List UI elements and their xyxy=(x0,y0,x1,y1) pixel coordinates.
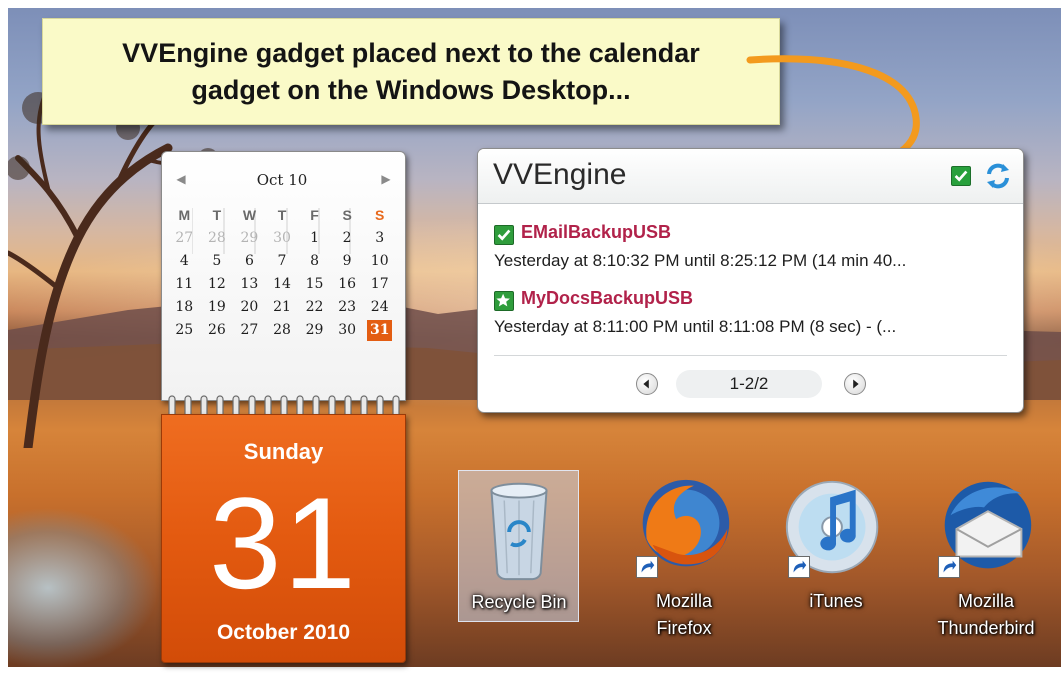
job-detail: Yesterday at 8:10:32 PM until 8:25:12 PM… xyxy=(494,251,907,270)
day-number: 31 xyxy=(209,470,358,616)
calendar-gadget-month: ◀ Oct 10 ▶ M T W T F S S 27 28 29 30 1 2 3 4 5 6 7 8 9 10 11 1… xyxy=(161,151,406,401)
calendar-day[interactable]: 8 xyxy=(298,250,331,273)
status-check-icon xyxy=(951,166,971,186)
calendar-day[interactable]: 29 xyxy=(233,227,266,250)
desktop-icon-thunderbird[interactable]: Mozilla Thunderbird xyxy=(926,470,1046,650)
desktop-icon-label: Mozilla Firefox xyxy=(655,591,712,638)
weekday-header: W xyxy=(242,207,257,223)
weekday-header: F xyxy=(310,207,319,223)
callout-text: VVEngine gadget placed next to the calen… xyxy=(122,37,700,105)
calendar-day[interactable]: 13 xyxy=(233,273,266,296)
calendar-day[interactable]: 21 xyxy=(266,296,299,319)
job-name-link[interactable]: EMailBackupUSB xyxy=(521,222,671,243)
job-detail: Yesterday at 8:11:00 PM until 8:11:08 PM… xyxy=(494,317,897,336)
calendar-day[interactable]: 5 xyxy=(201,250,234,273)
calendar-next-button[interactable]: ▶ xyxy=(379,172,393,188)
calendar-day[interactable]: 4 xyxy=(168,250,201,273)
check-icon xyxy=(494,225,514,245)
calendar-day[interactable]: 29 xyxy=(298,319,331,342)
pager: 1-2/2 xyxy=(636,369,866,399)
vvengine-gadget: VVEngine EMailBackupUSB Yesterday at 8:1… xyxy=(477,148,1024,413)
calendar-day[interactable]: 1 xyxy=(298,227,331,250)
desktop-icon-label: Mozilla Thunderbird xyxy=(937,591,1035,638)
calendar-day[interactable]: 22 xyxy=(298,296,331,319)
calendar-day[interactable]: 25 xyxy=(168,319,201,342)
calendar-gadget-day[interactable]: Sunday 31 October 2010 xyxy=(161,414,406,663)
calendar-day[interactable]: 3 xyxy=(363,227,396,250)
job-item[interactable]: MyDocsBackupUSB Yesterday at 8:11:00 PM … xyxy=(494,287,1014,337)
calendar-day[interactable]: 17 xyxy=(363,273,396,296)
month-year: October 2010 xyxy=(216,621,351,644)
weekday-header: M xyxy=(178,207,191,223)
weekday-header: S xyxy=(342,207,352,223)
calendar-month-label: Oct 10 xyxy=(256,171,308,189)
recycle-bin-icon xyxy=(490,482,548,581)
callout-note: VVEngine gadget placed next to the calen… xyxy=(42,18,780,125)
desktop-icon-label: Recycle Bin xyxy=(471,592,567,612)
calendar-day[interactable]: 27 xyxy=(233,319,266,342)
background-pond xyxy=(8,498,158,667)
calendar-day[interactable]: 2 xyxy=(331,227,364,250)
calendar-day[interactable]: 12 xyxy=(201,273,234,296)
weekday-header: S xyxy=(375,207,385,223)
calendar-day[interactable]: 7 xyxy=(266,250,299,273)
desktop-icon-label: iTunes xyxy=(809,591,863,611)
pager-next-button[interactable] xyxy=(844,373,866,395)
calendar-day[interactable]: 28 xyxy=(201,227,234,250)
job-name-link[interactable]: MyDocsBackupUSB xyxy=(521,288,693,309)
job-item[interactable]: EMailBackupUSB Yesterday at 8:10:32 PM u… xyxy=(494,221,1014,271)
vvengine-title-bar: VVEngine xyxy=(478,149,1023,204)
shortcut-arrow-icon xyxy=(788,556,810,578)
calendar-day[interactable]: 18 xyxy=(168,296,201,319)
calendar-day[interactable]: 20 xyxy=(233,296,266,319)
calendar-day[interactable]: 15 xyxy=(298,273,331,296)
shortcut-arrow-icon xyxy=(636,556,658,578)
calendar-day[interactable]: 28 xyxy=(266,319,299,342)
calendar-day[interactable]: 27 xyxy=(168,227,201,250)
calendar-day[interactable]: 14 xyxy=(266,273,299,296)
calendar-header: ◀ Oct 10 ▶ xyxy=(162,170,407,190)
calendar-day[interactable]: 30 xyxy=(266,227,299,250)
calendar-day[interactable]: 23 xyxy=(331,296,364,319)
calendar-grid: M T W T F S S 27 28 29 30 1 2 3 4 5 6 7 8 9 10 11 12 13 14 15 16 17… xyxy=(168,204,396,342)
desktop-icon-itunes[interactable]: iTunes xyxy=(776,470,896,620)
calendar-day[interactable]: 16 xyxy=(331,273,364,296)
pager-prev-button[interactable] xyxy=(636,373,658,395)
day-name: Sunday xyxy=(243,439,324,464)
desktop-icon-firefox[interactable]: Mozilla Firefox xyxy=(624,470,744,650)
calendar-day[interactable]: 30 xyxy=(331,319,364,342)
calendar-day-today[interactable]: 31 xyxy=(367,320,392,341)
shortcut-arrow-icon xyxy=(938,556,960,578)
star-icon xyxy=(494,291,514,311)
calendar-day[interactable]: 19 xyxy=(201,296,234,319)
calendar-day[interactable]: 11 xyxy=(168,273,201,296)
refresh-icon[interactable] xyxy=(983,161,1013,191)
divider xyxy=(494,355,1007,356)
calendar-day[interactable]: 24 xyxy=(363,296,396,319)
calendar-day[interactable]: 9 xyxy=(331,250,364,273)
calendar-day[interactable]: 6 xyxy=(233,250,266,273)
weekday-header: T xyxy=(212,207,222,223)
calendar-day[interactable]: 10 xyxy=(363,250,396,273)
pager-label: 1-2/2 xyxy=(676,370,822,398)
calendar-day[interactable]: 26 xyxy=(201,319,234,342)
calendar-prev-button[interactable]: ◀ xyxy=(174,172,188,188)
vvengine-title: VVEngine xyxy=(493,158,627,191)
weekday-header: T xyxy=(277,207,287,223)
desktop-icon-recycle-bin[interactable]: Recycle Bin xyxy=(458,470,579,622)
